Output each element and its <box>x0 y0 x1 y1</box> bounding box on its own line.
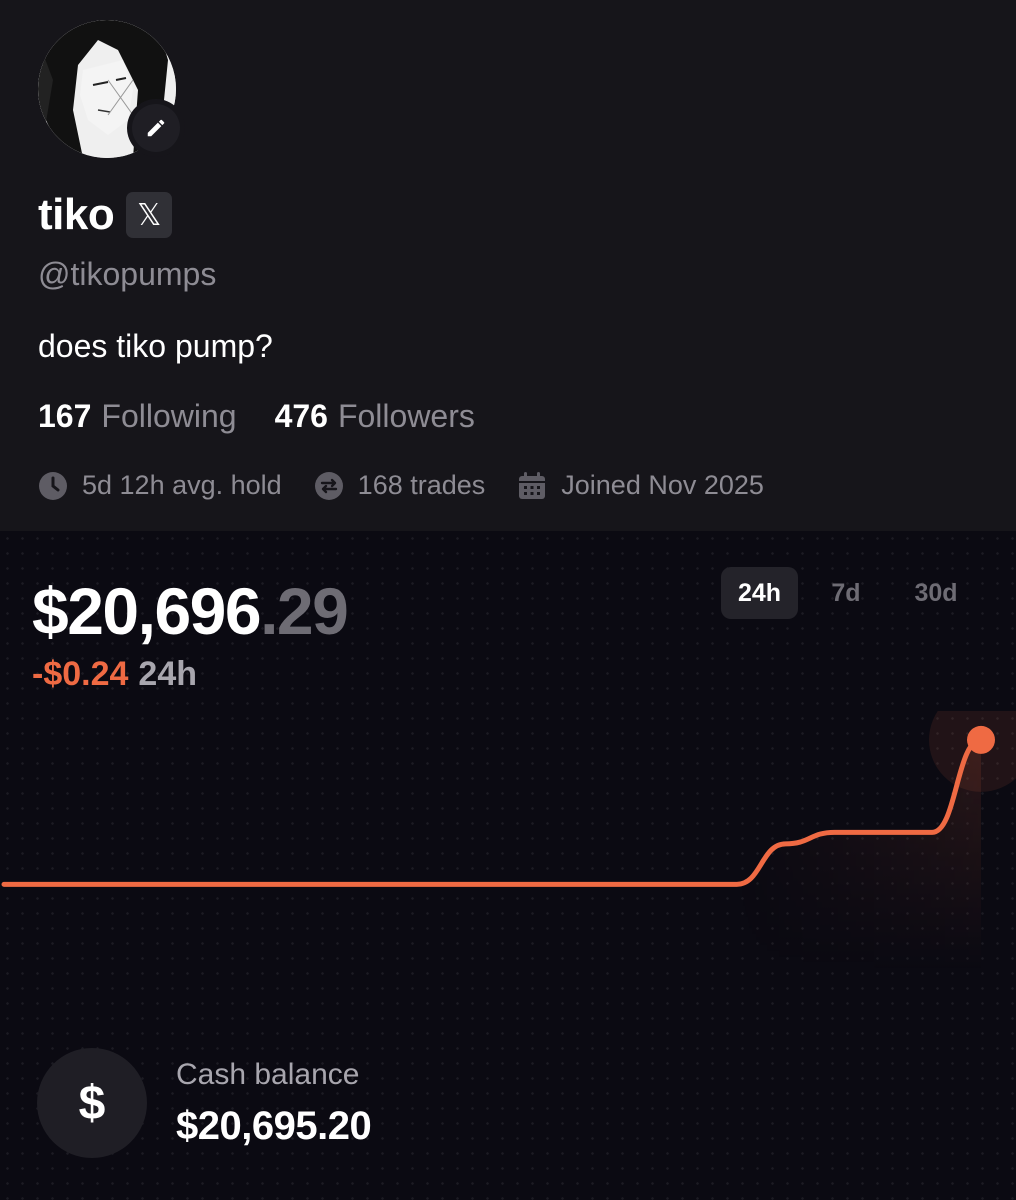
range-tabs: 24h 7d 30d <box>721 567 976 619</box>
following-stat[interactable]: 167 Following <box>38 398 237 435</box>
portfolio-chart[interactable] <box>0 711 1016 971</box>
tab-7d[interactable]: 7d <box>806 567 886 619</box>
cash-text: Cash balance $20,695.20 <box>176 1057 372 1149</box>
name-row: tiko 𝕏 <box>38 190 173 240</box>
dollar-icon: $ <box>37 1048 147 1158</box>
user-handle: @tikopumps <box>38 256 217 292</box>
chart-endpoint-halo <box>929 711 1016 792</box>
avg-hold-text: 5d 12h avg. hold <box>82 470 282 500</box>
tab-24h[interactable]: 24h <box>721 567 798 619</box>
chart-area-fill <box>4 739 981 971</box>
swap-icon <box>314 471 343 500</box>
chart-endpoint-dot[interactable] <box>967 725 995 754</box>
follow-stats: 167 Following 476 Followers <box>38 398 475 435</box>
x-logo-icon[interactable]: 𝕏 <box>126 192 173 238</box>
followers-stat[interactable]: 476 Followers <box>275 398 475 435</box>
bio: does tiko pump? <box>38 328 273 364</box>
cash-balance-row[interactable]: $ Cash balance $20,695.20 <box>37 1048 372 1158</box>
trades-text: 168 trades <box>357 470 486 500</box>
calendar-icon <box>519 471 546 499</box>
portfolio-value: $20,696.29 <box>32 573 349 649</box>
profile-header: tiko 𝕏 @tikopumps does tiko pump? 167 Fol… <box>0 0 1016 531</box>
portfolio-value-decimals: .29 <box>260 574 349 648</box>
tab-30d[interactable]: 30d <box>896 567 976 619</box>
portfolio-value-main: $20,696 <box>32 574 262 648</box>
avg-hold: 5d 12h avg. hold <box>38 470 282 501</box>
followers-count: 476 <box>274 398 328 434</box>
cash-balance-value: $20,695.20 <box>176 1103 372 1148</box>
edit-button-inner[interactable] <box>132 104 180 152</box>
cash-balance-label: Cash balance <box>176 1057 360 1091</box>
trades-count: 168 trades <box>314 470 486 501</box>
following-label: Following <box>101 398 237 434</box>
pencil-icon <box>147 119 165 137</box>
change-period: 24h <box>138 655 197 693</box>
portfolio-change: -$0.24 24h <box>32 655 197 694</box>
joined-text: Joined Nov 2025 <box>561 470 764 500</box>
portfolio-section: $20,696.29 -$0.24 24h 24h 7d 30d $ Cash … <box>0 531 1016 1200</box>
display-name: tiko <box>38 190 115 239</box>
joined-date: Joined Nov 2025 <box>517 470 764 501</box>
avatar-container[interactable] <box>38 20 185 160</box>
clock-icon <box>39 471 67 500</box>
profile-meta: 5d 12h avg. hold 168 trades Joined Nov 2… <box>38 470 796 501</box>
change-amount: -$0.24 <box>32 655 129 693</box>
following-count: 167 <box>38 398 92 434</box>
followers-label: Followers <box>337 398 475 434</box>
edit-avatar-button[interactable] <box>127 99 185 157</box>
